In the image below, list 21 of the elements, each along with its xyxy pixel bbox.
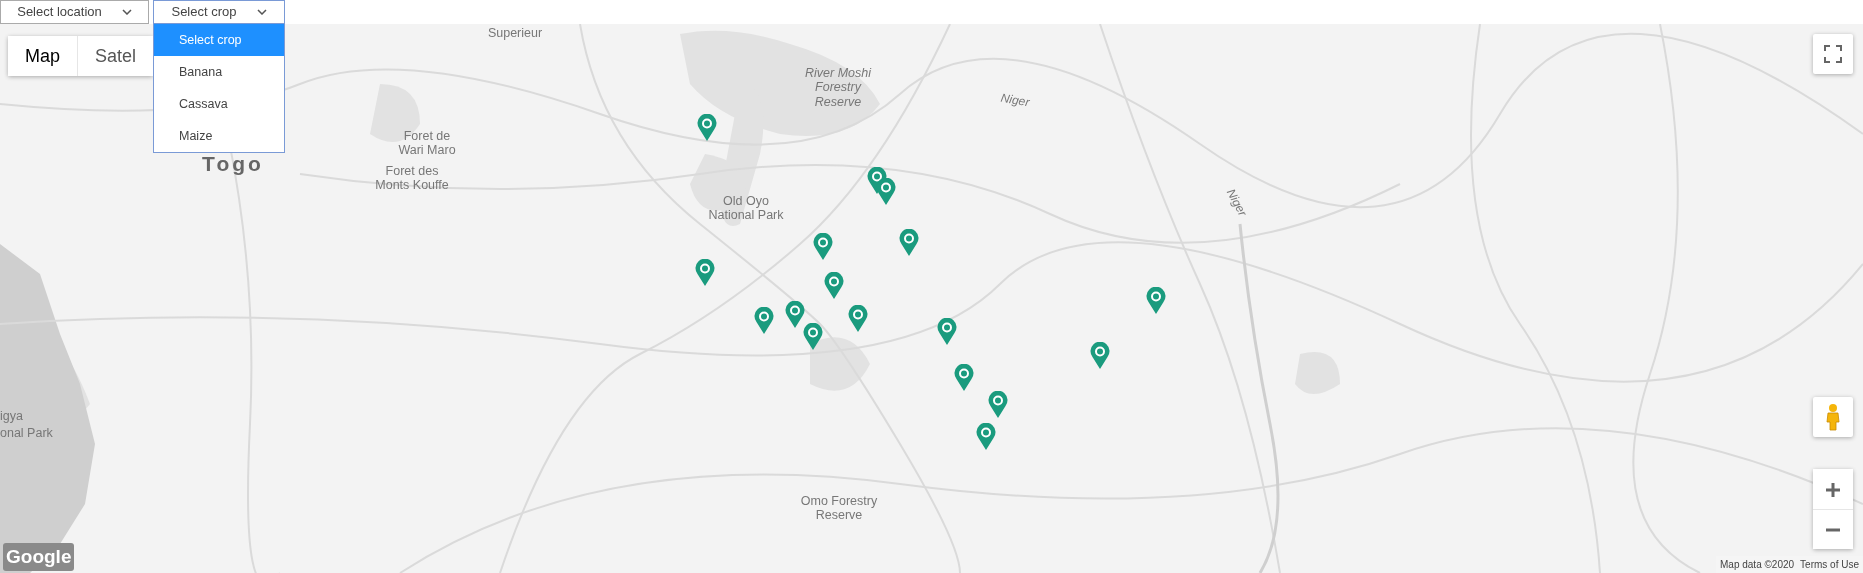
map-label: Foret des Monts Kouffe	[375, 164, 449, 193]
location-select[interactable]: Select location	[0, 0, 149, 24]
map-attribution: Map data ©2020	[1720, 558, 1795, 572]
map-label: Niger	[1223, 187, 1249, 219]
map-label: Omo Forestry Reserve	[800, 494, 878, 523]
map-label: onal Park	[0, 426, 53, 441]
dropdown-option[interactable]: Maize	[154, 120, 284, 152]
map-type-tab[interactable]: Satel	[77, 36, 154, 76]
map-label: Niger	[999, 91, 1031, 111]
map-label: Foret de Wari Maro	[398, 129, 456, 158]
map-type-tab[interactable]: Map	[8, 36, 77, 76]
terms-link[interactable]: Terms of Use	[1800, 557, 1859, 572]
map-label: Old Oyo National Park	[708, 194, 784, 223]
dropdown-option[interactable]: Cassava	[154, 88, 284, 120]
map-logo: Google	[3, 542, 75, 571]
map-label: Superieur	[487, 26, 543, 41]
dropdown-option[interactable]: Banana	[154, 56, 284, 88]
map-label: igya	[0, 409, 23, 424]
map-label: River Moshi Forestry Reserve	[805, 66, 871, 110]
crop-select[interactable]: Select crop	[153, 0, 285, 24]
map-label: Togo	[202, 152, 264, 177]
